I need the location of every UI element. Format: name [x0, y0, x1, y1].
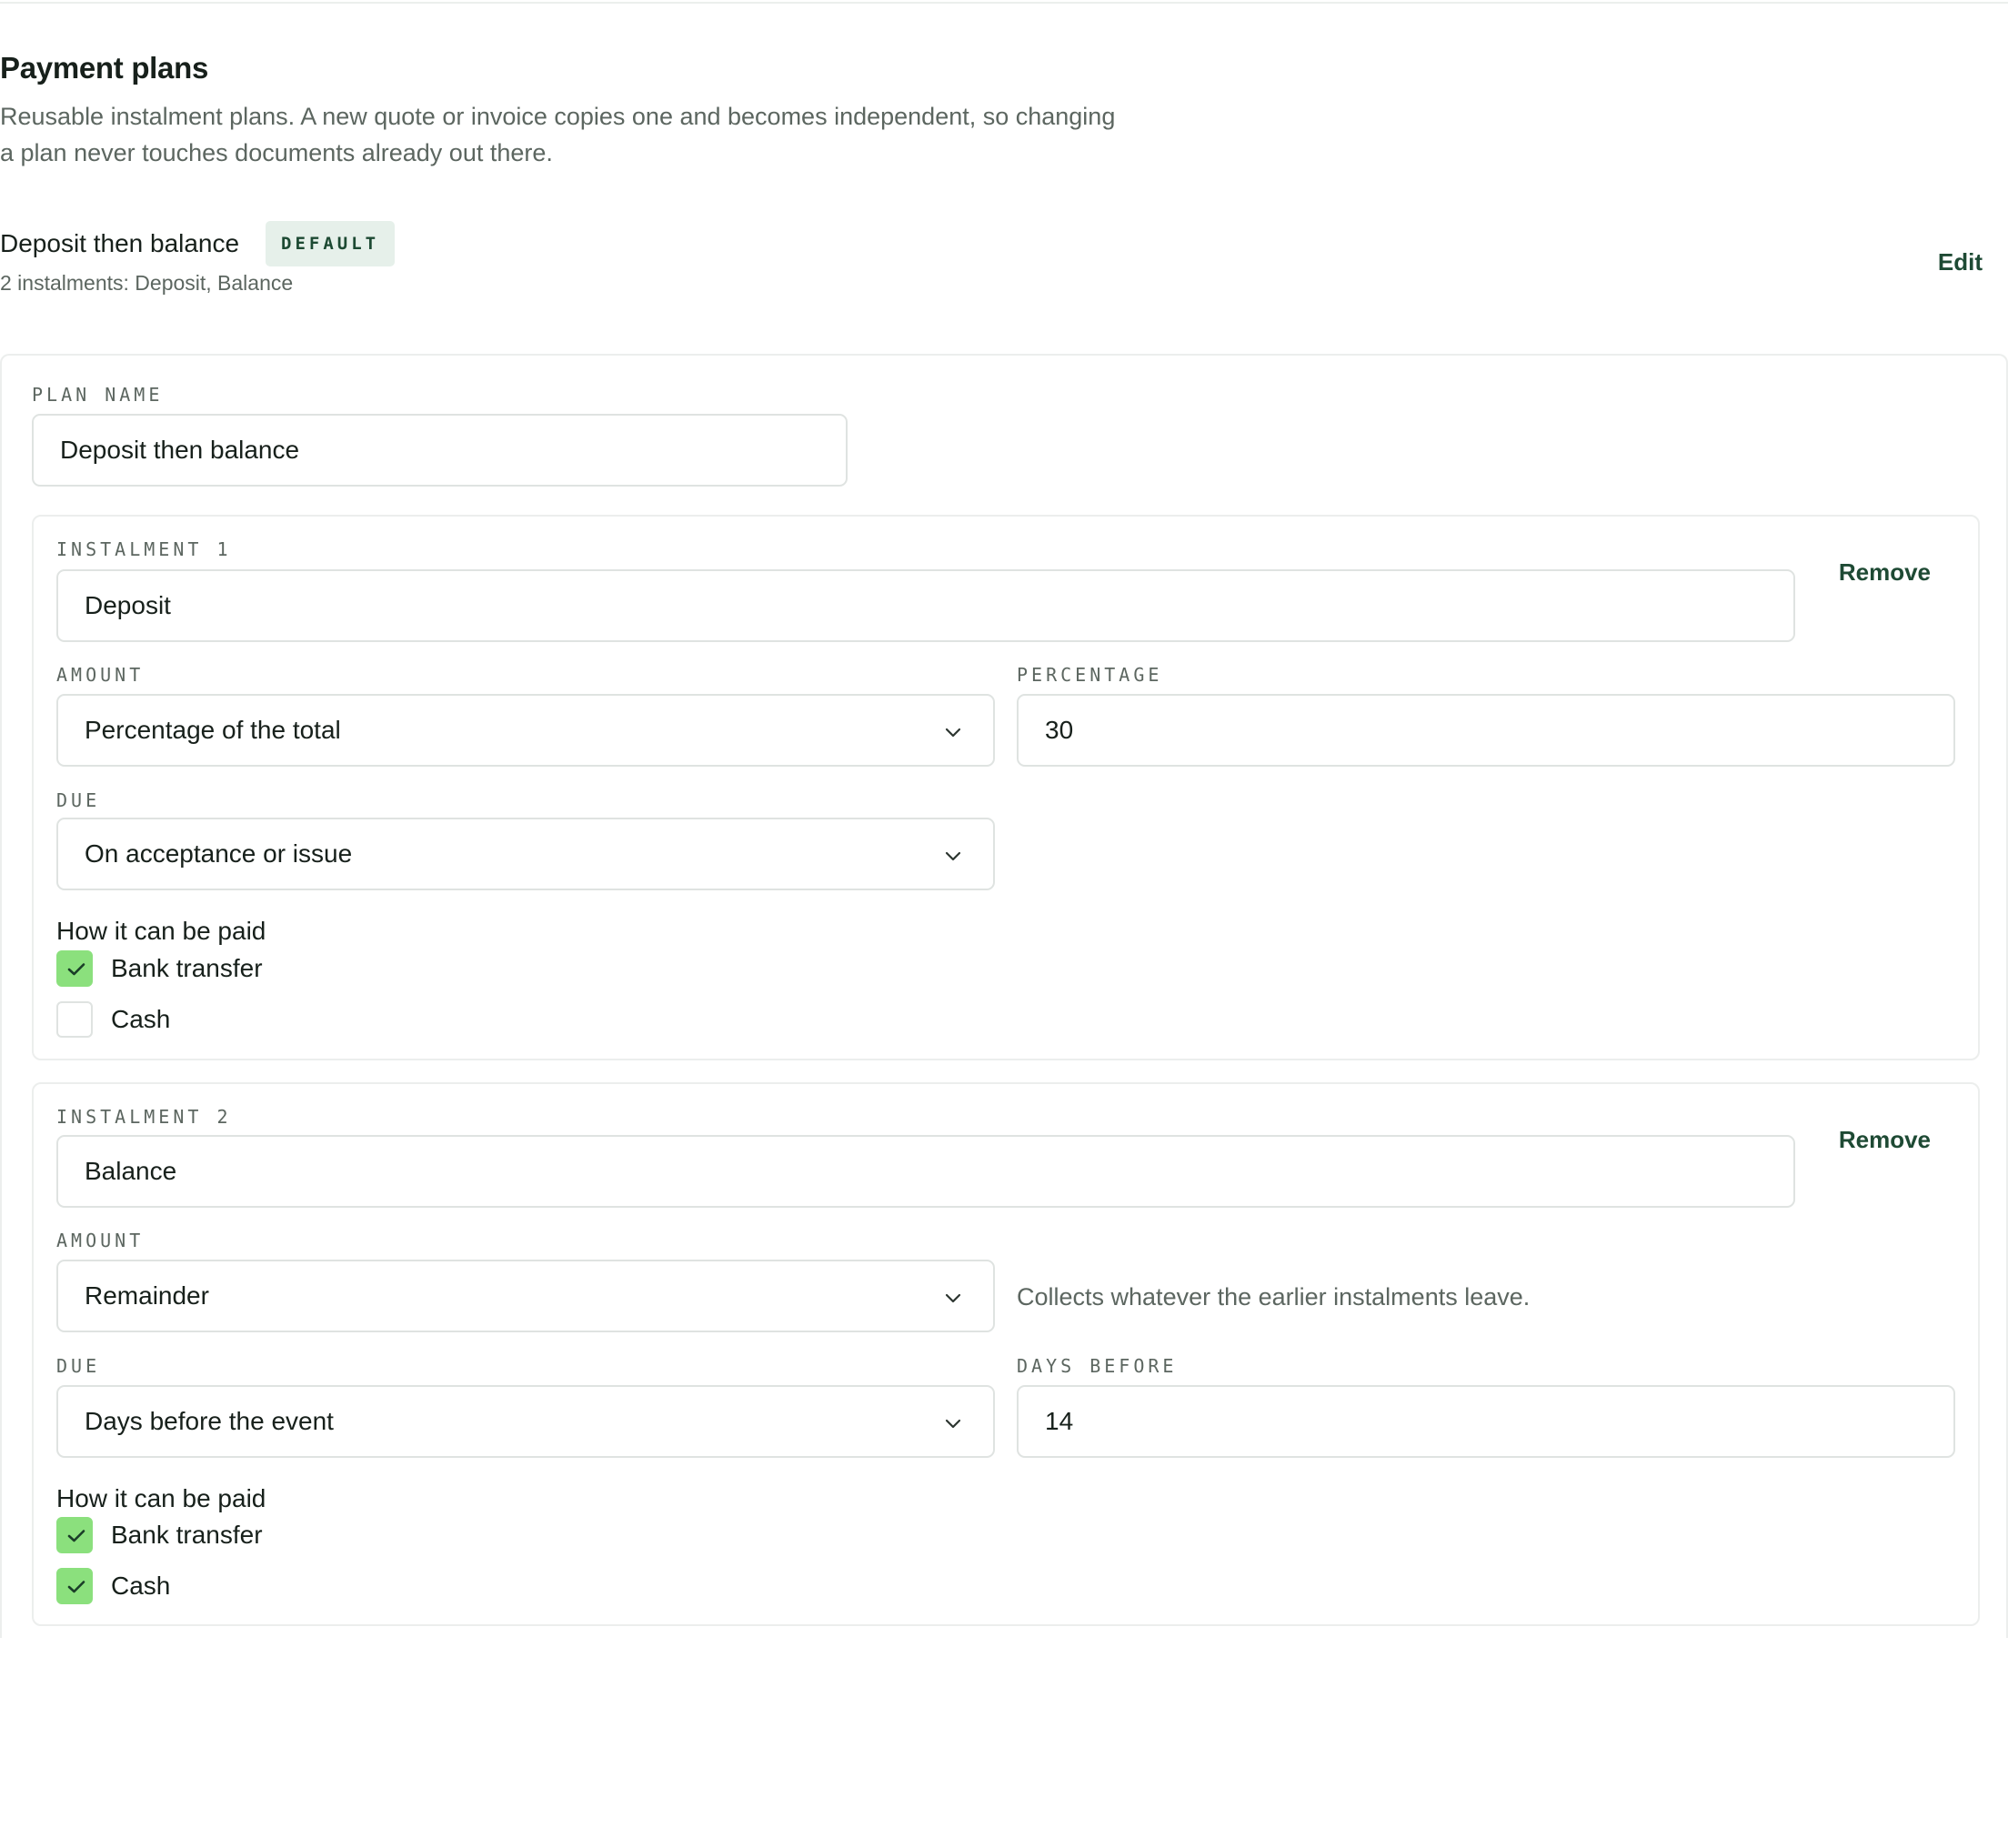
instalment-label: INSTALMENT 1: [56, 538, 232, 560]
percentage-label: PERCENTAGE: [1017, 664, 1163, 686]
plan-name-label: PLAN NAME: [32, 384, 164, 406]
amount-label: AMOUNT: [56, 1230, 145, 1251]
remove-instalment-button[interactable]: Remove: [1839, 558, 1931, 587]
checkbox-checked[interactable]: [56, 1568, 93, 1604]
due-selected-value: Days before the event: [85, 1407, 334, 1435]
section-title: Payment plans: [0, 51, 209, 85]
chevron-down-icon: [945, 1419, 961, 1429]
instalment-name-input[interactable]: Balance: [56, 1135, 1795, 1208]
checkbox-unchecked[interactable]: [56, 1001, 93, 1038]
days-before-input[interactable]: 14: [1017, 1385, 1955, 1458]
method-label: Cash: [111, 1572, 171, 1600]
top-divider: [0, 2, 2008, 4]
checkmark-icon: [67, 963, 85, 976]
plan-summary-row: Deposit then balance DEFAULT 2 instalmen…: [0, 221, 1983, 303]
chevron-down-icon: [945, 851, 961, 861]
instalment-card-1: INSTALMENT 1 Remove Deposit AMOUNT Perce…: [32, 515, 1980, 1060]
method-label: Bank transfer: [111, 954, 263, 982]
checkbox-checked[interactable]: [56, 1517, 93, 1553]
instalment-label: INSTALMENT 2: [56, 1106, 232, 1128]
amount-select[interactable]: Percentage of the total: [56, 694, 995, 767]
checkmark-icon: [67, 1581, 85, 1593]
section-description: Reusable instalment plans. A new quote o…: [0, 103, 1116, 166]
due-select[interactable]: On acceptance or issue: [56, 818, 995, 890]
amount-selected-value: Percentage of the total: [85, 716, 341, 744]
remove-instalment-button[interactable]: Remove: [1839, 1126, 1931, 1154]
due-label: DUE: [56, 789, 101, 811]
plan-name: Deposit then balance: [0, 229, 240, 257]
method-label: Cash: [111, 1005, 171, 1033]
plan-instalment-summary: 2 instalments: Deposit, Balance: [0, 271, 294, 295]
payment-methods-title: How it can be paid: [56, 917, 266, 945]
chevron-down-icon: [945, 1293, 961, 1303]
payment-methods-title: How it can be paid: [56, 1484, 266, 1512]
days-before-label: DAYS BEFORE: [1017, 1355, 1178, 1377]
amount-label: AMOUNT: [56, 664, 145, 686]
due-selected-value: On acceptance or issue: [85, 839, 353, 868]
due-select[interactable]: Days before the event: [56, 1385, 995, 1458]
remainder-hint: Collects whatever the earlier instalment…: [1017, 1283, 1531, 1311]
edit-plan-button[interactable]: Edit: [1938, 248, 1983, 276]
instalment-name-input[interactable]: Deposit: [56, 569, 1795, 642]
amount-selected-value: Remainder: [85, 1281, 209, 1310]
chevron-down-icon: [945, 728, 961, 738]
checkmark-icon: [67, 1530, 85, 1542]
instalment-card-2: INSTALMENT 2 Remove Balance AMOUNT Remai…: [32, 1082, 1980, 1626]
method-label: Bank transfer: [111, 1521, 263, 1549]
percentage-input[interactable]: 30: [1017, 694, 1955, 767]
plan-editor: PLAN NAME Deposit then balance INSTALMEN…: [0, 354, 2008, 1638]
default-badge: DEFAULT: [266, 221, 396, 266]
plan-name-input[interactable]: Deposit then balance: [32, 414, 848, 487]
due-label: DUE: [56, 1355, 101, 1377]
checkbox-checked[interactable]: [56, 950, 93, 987]
amount-select[interactable]: Remainder: [56, 1260, 995, 1332]
